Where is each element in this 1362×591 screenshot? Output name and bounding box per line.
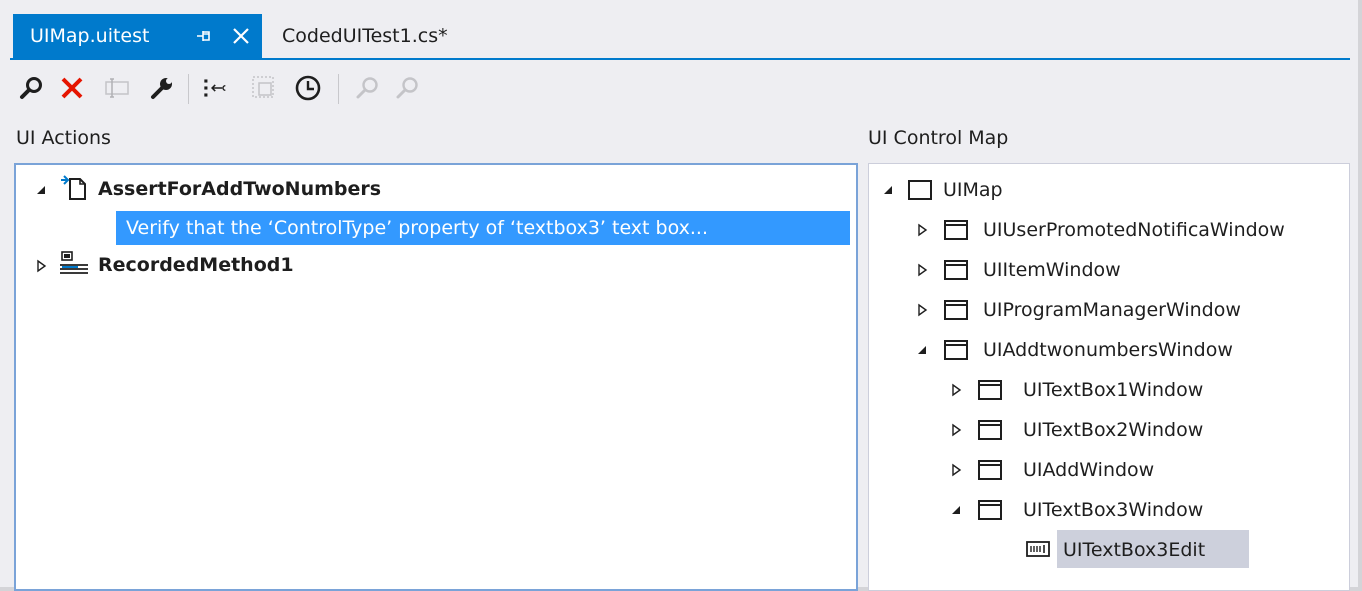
control-label: UIUserPromotedNotificaWindow [983,219,1285,241]
control-uitextbox3window[interactable]: UITextBox3Window [1023,492,1203,528]
control-uiaddwindow[interactable]: UIAddWindow [1023,452,1154,488]
collapsed-arrow-icon[interactable] [915,263,929,277]
action-recordedmethod1[interactable]: RecordedMethod1 [98,247,294,283]
control-uimap[interactable]: UIMap [943,172,1003,208]
expanded-arrow-icon[interactable] [949,503,963,517]
recorded-method-icon [60,251,88,274]
window-icon [978,380,1002,400]
window-icon [978,460,1002,480]
window-icon [978,420,1002,440]
uimap-editor-window: UIMap.uitest CodedUITest1.cs* UI Actions… [0,0,1362,591]
toolbar [10,66,1350,110]
properties-icon[interactable] [148,74,176,102]
toolbar-separator [188,74,189,104]
ui-control-map-title: UI Control Map [868,127,1009,149]
tab-label: CodedUITest1.cs* [282,25,448,47]
action-label: AssertForAddTwoNumbers [98,178,382,200]
control-uiitemwindow[interactable]: UIItemWindow [983,252,1121,288]
window-icon [978,500,1002,520]
window-icon [908,180,932,200]
collapsed-arrow-icon[interactable] [949,383,963,397]
tab-codeduitest1-cs[interactable]: CodedUITest1.cs* [282,14,448,58]
expanded-arrow-icon[interactable] [881,183,895,197]
split-icon[interactable] [250,74,278,102]
collapsed-arrow-icon[interactable] [915,303,929,317]
search-icon[interactable] [354,74,382,102]
control-label: UITextBox2Window [1023,419,1204,441]
toolbar-separator [338,74,339,104]
window-icon [944,220,968,240]
control-label: UIProgramManagerWindow [983,299,1241,321]
expanded-arrow-icon[interactable] [34,183,48,197]
ui-actions-tree[interactable]: AssertForAddTwoNumbers Verify that the ‘… [14,163,858,591]
rename-icon[interactable] [104,74,132,102]
collapsed-arrow-icon[interactable] [949,463,963,477]
control-label: UIItemWindow [983,259,1121,281]
document-tab-strip: UIMap.uitest CodedUITest1.cs* [10,14,1350,60]
action-label: RecordedMethod1 [98,254,294,276]
search-next-icon[interactable] [394,74,422,102]
delay-icon[interactable] [294,74,322,102]
control-uitextbox3edit[interactable]: UITextBox3Edit [1063,532,1205,568]
collapsed-arrow-icon[interactable] [949,423,963,437]
control-label: UITextBox1Window [1023,379,1204,401]
find-icon[interactable] [18,74,46,102]
expanded-arrow-icon[interactable] [915,343,929,357]
control-uitextbox2window[interactable]: UITextBox2Window [1023,412,1203,448]
control-label: UIAddWindow [1023,459,1155,481]
ui-actions-title: UI Actions [16,127,111,149]
action-label: Verify that the ‘ControlType’ property o… [126,217,709,239]
collapsed-arrow-icon[interactable] [915,223,929,237]
close-icon[interactable] [228,23,254,49]
delete-icon[interactable] [58,74,86,102]
action-verify-controltype[interactable]: Verify that the ‘ControlType’ property o… [116,211,850,245]
control-uiuserpromotednotificawindow[interactable]: UIUserPromotedNotificaWindow [983,212,1285,248]
move-code-icon[interactable] [202,74,230,102]
edit-textbox-icon [1026,541,1050,557]
pin-icon[interactable] [194,26,214,46]
ui-control-map-tree[interactable]: UIMap UIUserPromotedNotificaWindow UIIte… [868,163,1350,591]
control-label: UITextBox3Window [1023,499,1204,521]
control-label: UITextBox3Edit [1063,539,1206,561]
control-uiprogrammanagerwindow[interactable]: UIProgramManagerWindow [983,292,1241,328]
control-label: UIMap [943,179,1003,201]
assertion-method-icon [61,175,86,200]
control-uitextbox1window[interactable]: UITextBox1Window [1023,372,1203,408]
tab-label: UIMap.uitest [30,25,150,47]
window-icon [944,300,968,320]
control-label: UIAddtwonumbersWindow [983,339,1233,361]
window-icon [944,340,968,360]
window-icon [944,260,968,280]
collapsed-arrow-icon[interactable] [34,259,48,273]
action-assertforaddtwonumbers[interactable]: AssertForAddTwoNumbers [98,171,381,207]
control-uiaddtwonumberswindow[interactable]: UIAddtwonumbersWindow [983,332,1233,368]
tab-uimap-uitest[interactable]: UIMap.uitest [13,14,262,58]
